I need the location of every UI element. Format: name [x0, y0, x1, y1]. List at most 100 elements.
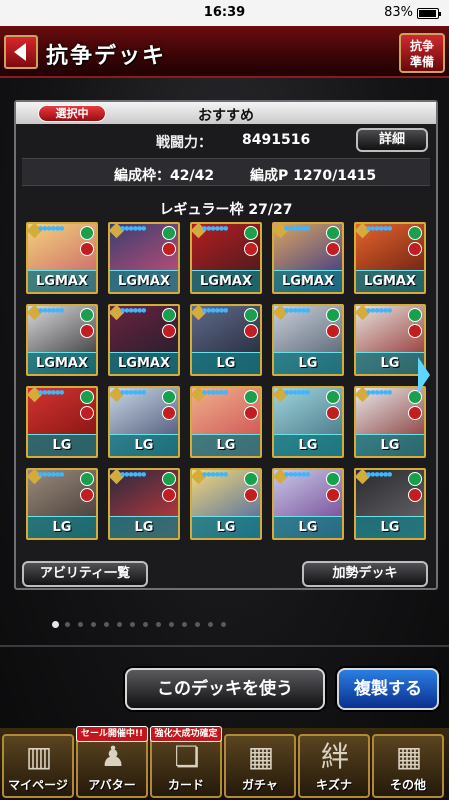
skill-badge-icon: [244, 324, 258, 338]
attribute-badge-icon: [408, 472, 422, 486]
rarity-stars-icon: ●●●●●●: [38, 389, 64, 396]
page-dot[interactable]: [78, 622, 83, 627]
support-deck-button[interactable]: 加勢デッキ: [302, 561, 428, 587]
card-rank-label: LGMAX: [110, 352, 178, 374]
skill-badge-icon: [408, 406, 422, 420]
avatar-icon: ♟: [100, 740, 126, 773]
deck-card[interactable]: ●●●●●● LG: [26, 468, 98, 540]
skill-badge-icon: [80, 406, 94, 420]
page-dot[interactable]: [65, 622, 70, 627]
card-rank-label: LG: [110, 516, 178, 538]
nav-label: ガチャ: [242, 778, 278, 792]
deck-card[interactable]: ●●●●●● LG: [272, 304, 344, 376]
deck-card[interactable]: ●●●●●● LGMAX: [108, 222, 180, 294]
attribute-badge-icon: [408, 308, 422, 322]
deck-card[interactable]: ●●●●●● LGMAX: [272, 222, 344, 294]
card-rank-label: LGMAX: [28, 352, 96, 374]
nav-item-card[interactable]: ❏ カード: [150, 734, 222, 798]
nav-promo-badge: 強化大成功確定: [150, 726, 222, 742]
skill-badge-icon: [326, 488, 340, 502]
page-title: 抗争デッキ: [46, 44, 167, 69]
page-dot[interactable]: [91, 622, 96, 627]
deck-card[interactable]: ●●●●●● LG: [108, 468, 180, 540]
deck-card[interactable]: ●●●●●● LGMAX: [108, 304, 180, 376]
battle-prep-button[interactable]: 抗争 準備: [399, 33, 445, 73]
deck-card[interactable]: ●●●●●● LGMAX: [26, 222, 98, 294]
attribute-badge-icon: [162, 390, 176, 404]
page-dot[interactable]: [208, 622, 213, 627]
card-rank-label: LGMAX: [356, 270, 424, 292]
status-time: 16:39: [203, 5, 246, 20]
copy-deck-button[interactable]: 複製する: [337, 668, 439, 710]
page-dot[interactable]: [221, 622, 226, 627]
deck-card[interactable]: ●●●●●● LGMAX: [26, 304, 98, 376]
rarity-stars-icon: ●●●●●●: [202, 389, 228, 396]
card-rank-label: LGMAX: [110, 270, 178, 292]
card-rank-label: LG: [192, 434, 260, 456]
card-grid: ●●●●●● LGMAX ●●●●●● LGMAX ●●●●●● LGMAX ●●●●●● L…: [26, 222, 426, 548]
deck-card[interactable]: ●●●●●● LG: [354, 468, 426, 540]
deck-card[interactable]: ●●●●●● LG: [272, 386, 344, 458]
page-dot[interactable]: [156, 622, 161, 627]
card-rank-label: LG: [274, 352, 342, 374]
rarity-stars-icon: ●●●●●●: [366, 307, 392, 314]
page-dot[interactable]: [169, 622, 174, 627]
rarity-stars-icon: ●●●●●●: [38, 307, 64, 314]
nav-item-building[interactable]: ▥ マイページ: [2, 734, 74, 798]
deck-card[interactable]: ●●●●●● LG: [190, 386, 262, 458]
rarity-stars-icon: ●●●●●●: [202, 307, 228, 314]
attribute-badge-icon: [244, 226, 258, 240]
nav-label: その他: [389, 778, 426, 792]
skill-badge-icon: [244, 488, 258, 502]
battery-icon: [417, 8, 441, 19]
next-page-arrow[interactable]: [418, 357, 432, 397]
page-dot[interactable]: [182, 622, 187, 627]
page-dot[interactable]: [195, 622, 200, 627]
use-deck-button[interactable]: このデッキを使う: [125, 668, 325, 710]
page-dot[interactable]: [104, 622, 109, 627]
rarity-stars-icon: ●●●●●●: [120, 471, 146, 478]
page-dot[interactable]: [143, 622, 148, 627]
rarity-stars-icon: ●●●●●●: [284, 307, 310, 314]
deck-card[interactable]: ●●●●●● LG: [354, 386, 426, 458]
deck-card[interactable]: ●●●●●● LG: [26, 386, 98, 458]
deck-card[interactable]: ●●●●●● LGMAX: [190, 222, 262, 294]
power-label: 戦闘力：: [156, 135, 212, 151]
page-dot[interactable]: [117, 622, 122, 627]
battery-percent: 83%: [384, 5, 413, 20]
page-indicator: [0, 620, 449, 630]
skill-badge-icon: [162, 324, 176, 338]
divider: [0, 645, 449, 647]
rarity-stars-icon: ●●●●●●: [284, 471, 310, 478]
nav-label: マイページ: [8, 778, 68, 792]
grid-icon: ▦: [395, 740, 423, 773]
rarity-stars-icon: ●●●●●●: [284, 389, 310, 396]
cost-text: 編成P 1270/1415: [250, 168, 377, 184]
skill-badge-icon: [162, 242, 176, 256]
deck-card[interactable]: ●●●●●● LG: [190, 304, 262, 376]
nav-item-avatar[interactable]: ♟ アバター: [76, 734, 148, 798]
nav-item-grid[interactable]: ▦ その他: [372, 734, 444, 798]
card-rank-label: LGMAX: [192, 270, 260, 292]
deck-card[interactable]: ●●●●●● LGMAX: [354, 222, 426, 294]
deck-card[interactable]: ●●●●●● LG: [354, 304, 426, 376]
rarity-stars-icon: ●●●●●●: [38, 471, 64, 478]
deck-card[interactable]: ●●●●●● LG: [108, 386, 180, 458]
battle-prep-label-2: 準備: [409, 55, 434, 69]
page-dot[interactable]: [52, 621, 59, 628]
rarity-stars-icon: ●●●●●●: [284, 225, 310, 232]
ability-list-button[interactable]: アビリティ一覧: [22, 561, 148, 587]
back-button[interactable]: [4, 35, 38, 69]
attribute-badge-icon: [80, 390, 94, 404]
card-icon: ❏: [174, 740, 200, 773]
card-rank-label: LGMAX: [274, 270, 342, 292]
nav-item-bond[interactable]: 絆キズナ: [298, 734, 370, 798]
attribute-badge-icon: [162, 226, 176, 240]
detail-button[interactable]: 詳細: [356, 128, 428, 152]
skill-badge-icon: [80, 324, 94, 338]
page-dot[interactable]: [130, 622, 135, 627]
nav-item-gacha[interactable]: ▦ ガチャ: [224, 734, 296, 798]
deck-card[interactable]: ●●●●●● LG: [190, 468, 262, 540]
attribute-badge-icon: [80, 226, 94, 240]
deck-card[interactable]: ●●●●●● LG: [272, 468, 344, 540]
